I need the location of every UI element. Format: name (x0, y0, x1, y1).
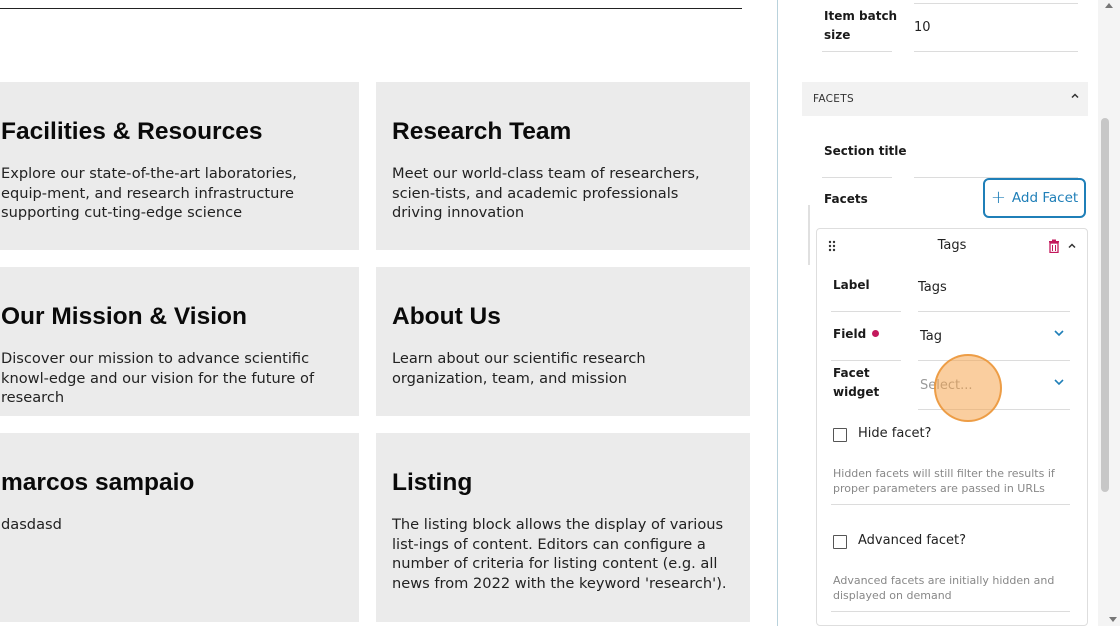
chevron-down-icon[interactable] (1053, 328, 1065, 338)
facet-item-title: Tags (937, 238, 967, 253)
facets-section-title: FACETS (813, 93, 854, 105)
field-underline (831, 611, 1070, 612)
scroll-up-arrow-icon[interactable] (1105, 3, 1113, 8)
field-underline (831, 504, 1070, 505)
card-text: Explore our state-of-the-art laboratorie… (1, 165, 297, 222)
add-facet-button[interactable]: + Add Facet (983, 178, 1086, 218)
card-facilities[interactable]: Facilities & Resources Explore our state… (0, 82, 359, 250)
card-title: marcos sampaio (1, 469, 195, 496)
field-underline (918, 311, 1070, 312)
field-underline (918, 409, 1070, 410)
facet-field-label: Field (833, 325, 880, 344)
field-underline (831, 360, 901, 361)
facet-widget-label: Facet widget (833, 366, 880, 399)
field-underline (918, 360, 1070, 361)
facet-field-select[interactable]: Tag (920, 329, 942, 344)
chevron-up-icon[interactable] (1070, 91, 1080, 101)
field-underline (822, 51, 892, 52)
chevron-down-icon[interactable] (1053, 377, 1065, 387)
sidebar: Item batch size 10 FACETS Section title … (778, 0, 1120, 626)
facet-label-input[interactable]: Tags (918, 280, 947, 295)
scroll-down-arrow-icon[interactable] (1109, 617, 1117, 622)
facets-section-header[interactable]: FACETS (802, 82, 1088, 116)
inner-scroll-edge (808, 205, 810, 265)
card-title: Our Mission & Vision (1, 303, 247, 330)
section-title-label: Section title (824, 144, 907, 158)
card-text: Discover our mission to advance scientif… (1, 350, 315, 407)
advanced-facet-checkbox[interactable] (833, 535, 847, 549)
scrollbar-thumb[interactable] (1101, 118, 1109, 492)
hide-facet-checkbox[interactable] (833, 428, 847, 442)
card-text: Learn about our scientific research orga… (392, 350, 646, 387)
card-title: Listing (392, 469, 473, 496)
field-underline (914, 3, 1078, 4)
facet-widget-select[interactable]: Select... (920, 378, 973, 393)
card-research-team[interactable]: Research Team Meet our world-class team … (376, 82, 750, 250)
facet-label-label: Label (833, 278, 870, 292)
plus-icon: + (990, 187, 1006, 208)
field-underline (831, 311, 901, 312)
facet-item-tags: Tags Label Tags Field Tag Facet widget S… (816, 228, 1088, 626)
item-batch-size-label: Item batch size (824, 9, 898, 42)
card-text: The listing block allows the display of … (392, 516, 727, 592)
card-listing[interactable]: Listing The listing block allows the dis… (376, 433, 750, 622)
card-text: dasdasd (1, 516, 62, 534)
advanced-facet-label[interactable]: Advanced facet? (858, 533, 966, 548)
card-text: Meet our world-class team of researchers… (392, 165, 700, 222)
chevron-up-icon[interactable] (1067, 241, 1077, 251)
hide-facet-help: Hidden facets will still filter the resu… (833, 467, 1055, 495)
item-batch-size-input[interactable]: 10 (914, 20, 931, 35)
field-underline (822, 177, 892, 178)
top-divider (0, 8, 742, 9)
card-about-us[interactable]: About Us Learn about our scientific rese… (376, 267, 750, 416)
field-underline (914, 51, 1078, 52)
card-mission[interactable]: Our Mission & Vision Discover our missio… (0, 267, 359, 416)
card-title: Facilities & Resources (1, 118, 263, 145)
card-marcos[interactable]: marcos sampaio dasdasd (0, 433, 359, 622)
facets-label: Facets (824, 192, 868, 206)
hide-facet-label[interactable]: Hide facet? (858, 426, 931, 441)
trash-icon[interactable] (1048, 239, 1060, 253)
required-indicator (872, 330, 880, 337)
card-title: Research Team (392, 118, 572, 145)
advanced-facet-help: Advanced facets are initially hidden and… (833, 574, 1055, 602)
card-title: About Us (392, 303, 501, 330)
